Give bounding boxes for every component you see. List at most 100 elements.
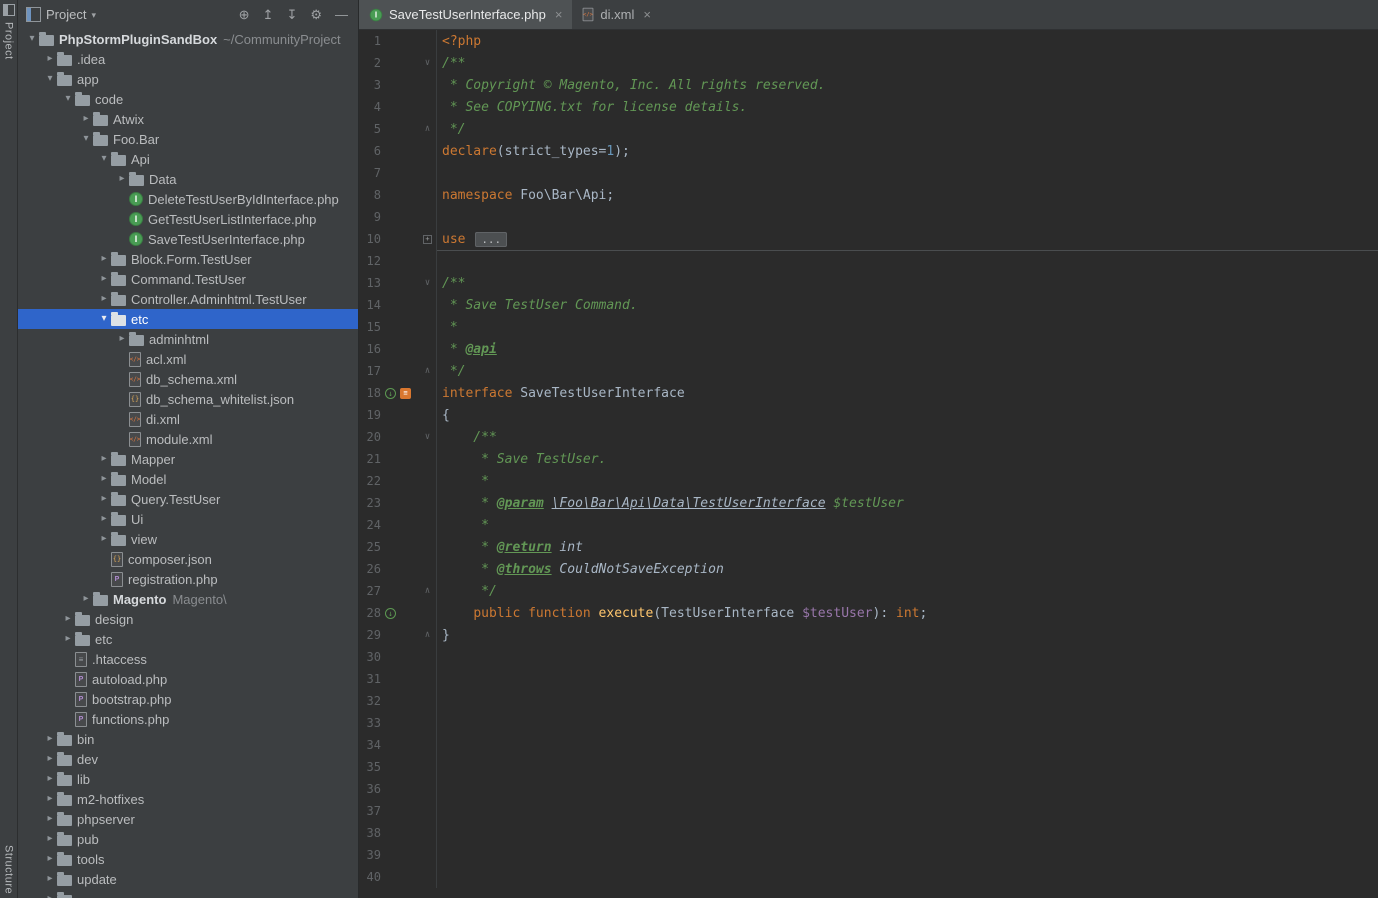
tree-row-registration.php[interactable]: registration.php — [18, 569, 358, 589]
tree-row-etc[interactable]: ▾etc — [18, 309, 358, 329]
tree-row-m2-hotfixes[interactable]: ▸m2-hotfixes — [18, 789, 358, 809]
chevron-right-icon[interactable]: ▸ — [61, 614, 75, 624]
chevron-right-icon[interactable]: ▸ — [97, 494, 111, 504]
chevron-right-icon[interactable]: ▸ — [43, 774, 57, 784]
tree-row-Mapper[interactable]: ▸Mapper — [18, 449, 358, 469]
implemented-gutter-icon[interactable] — [385, 388, 396, 399]
tree-row-module.xml[interactable]: module.xml — [18, 429, 358, 449]
tree-row-.idea[interactable]: ▸.idea — [18, 49, 358, 69]
tree-row-Api[interactable]: ▾Api — [18, 149, 358, 169]
tab-SaveTestUserInterface.php[interactable]: SaveTestUserInterface.php× — [359, 0, 572, 29]
tree-row-db_schema_whitelist.json[interactable]: db_schema_whitelist.json — [18, 389, 358, 409]
collapse-all-icon[interactable]: ↧ — [286, 8, 297, 21]
tree-row-composer.json[interactable]: composer.json — [18, 549, 358, 569]
chevron-right-icon[interactable]: ▸ — [61, 634, 75, 644]
chevron-down-icon[interactable]: ▾ — [43, 74, 57, 84]
tree-row-bootstrap.php[interactable]: bootstrap.php — [18, 689, 358, 709]
tree-row-Data[interactable]: ▸Data — [18, 169, 358, 189]
fold-up-icon[interactable]: ∧ — [419, 580, 437, 602]
tree-row-lib[interactable]: ▸lib — [18, 769, 358, 789]
chevron-right-icon[interactable]: ▸ — [97, 274, 111, 284]
tree-row-Query.TestUser[interactable]: ▸Query.TestUser — [18, 489, 358, 509]
chevron-right-icon[interactable]: ▸ — [97, 514, 111, 524]
tree-row-acl.xml[interactable]: acl.xml — [18, 349, 358, 369]
stripe-button-project[interactable]: Project — [3, 22, 15, 60]
chevron-down-icon[interactable]: ▾ — [79, 134, 93, 144]
chevron-right-icon[interactable]: ▸ — [43, 834, 57, 844]
project-view-selector[interactable]: Project — [46, 7, 86, 22]
tree-row-tools[interactable]: ▸tools — [18, 849, 358, 869]
tree-row-Command.TestUser[interactable]: ▸Command.TestUser — [18, 269, 358, 289]
tree-row-di.xml[interactable]: di.xml — [18, 409, 358, 429]
tree-row-design[interactable]: ▸design — [18, 609, 358, 629]
tab-di.xml[interactable]: di.xml× — [572, 0, 661, 29]
settings-icon[interactable]: ⚙ — [310, 8, 322, 21]
chevron-right-icon[interactable]: ▸ — [79, 114, 93, 124]
chevron-right-icon[interactable]: ▸ — [115, 334, 129, 344]
close-icon[interactable]: × — [555, 7, 563, 22]
chevron-down-icon[interactable]: ▾ — [91, 10, 96, 21]
tree-row-Magento[interactable]: ▸MagentoMagento\ — [18, 589, 358, 609]
chevron-right-icon[interactable]: ▸ — [97, 254, 111, 264]
close-icon[interactable]: × — [643, 7, 651, 22]
chevron-right-icon[interactable]: ▸ — [43, 794, 57, 804]
chevron-down-icon[interactable]: ▾ — [25, 34, 39, 44]
tree-row-Ui[interactable]: ▸Ui — [18, 509, 358, 529]
tree-row-GetTestUserListInterface.php[interactable]: GetTestUserListInterface.php — [18, 209, 358, 229]
expand-all-icon[interactable]: ↥ — [263, 8, 274, 21]
tree-row-SaveTestUserInterface.php[interactable]: SaveTestUserInterface.php — [18, 229, 358, 249]
editor-lines[interactable]: 1<?php2∨/**3 * Copyright © Magento, Inc.… — [359, 30, 1378, 898]
tree-row-Model[interactable]: ▸Model — [18, 469, 358, 489]
tree-row-app[interactable]: ▾app — [18, 69, 358, 89]
tree-row-bin[interactable]: ▸bin — [18, 729, 358, 749]
tree-row-Atwix[interactable]: ▸Atwix — [18, 109, 358, 129]
chevron-right-icon[interactable]: ▸ — [43, 754, 57, 764]
tree-row-view[interactable]: ▸view — [18, 529, 358, 549]
tree-row-phpserver[interactable]: ▸phpserver — [18, 809, 358, 829]
fold-up-icon[interactable]: ∧ — [419, 624, 437, 646]
folded-region-icon[interactable]: + — [423, 235, 432, 244]
plugin-gutter-icon[interactable] — [400, 388, 411, 399]
implemented-gutter-icon[interactable] — [385, 608, 396, 619]
chevron-right-icon[interactable]: ▸ — [43, 734, 57, 744]
tree-row-clipped[interactable]: ▸ — [18, 889, 358, 898]
tree-row-autoload.php[interactable]: autoload.php — [18, 669, 358, 689]
fold-down-icon[interactable]: ∨ — [419, 426, 437, 448]
tree-row-PhpStormPluginSandBox[interactable]: ▾PhpStormPluginSandBox~/CommunityProject — [18, 29, 358, 49]
tree-row-functions.php[interactable]: functions.php — [18, 709, 358, 729]
stripe-button-structure[interactable]: Structure — [3, 845, 15, 894]
chevron-right-icon[interactable]: ▸ — [43, 874, 57, 884]
chevron-right-icon[interactable]: ▸ — [97, 534, 111, 544]
tree-row-Foo.Bar[interactable]: ▾Foo.Bar — [18, 129, 358, 149]
tree-row-db_schema.xml[interactable]: db_schema.xml — [18, 369, 358, 389]
chevron-down-icon[interactable]: ▾ — [61, 94, 75, 104]
hide-icon[interactable]: — — [335, 8, 348, 21]
tree-row-Block.Form.TestUser[interactable]: ▸Block.Form.TestUser — [18, 249, 358, 269]
fold-box-icon[interactable]: + — [419, 228, 437, 250]
chevron-right-icon[interactable]: ▸ — [115, 174, 129, 184]
chevron-right-icon[interactable]: ▸ — [79, 594, 93, 604]
fold-down-icon[interactable]: ∨ — [419, 272, 437, 294]
tree-row-update[interactable]: ▸update — [18, 869, 358, 889]
chevron-right-icon[interactable]: ▸ — [43, 54, 57, 64]
chevron-right-icon[interactable]: ▸ — [43, 894, 57, 898]
tree-row-Controller.Adminhtml.TestUser[interactable]: ▸Controller.Adminhtml.TestUser — [18, 289, 358, 309]
project-tool-window-icon[interactable] — [3, 4, 15, 16]
chevron-right-icon[interactable]: ▸ — [43, 814, 57, 824]
chevron-right-icon[interactable]: ▸ — [43, 854, 57, 864]
tree-row-DeleteTestUserByIdInterface.php[interactable]: DeleteTestUserByIdInterface.php — [18, 189, 358, 209]
fold-up-icon[interactable]: ∧ — [419, 118, 437, 140]
tree-row-.htaccess[interactable]: .htaccess — [18, 649, 358, 669]
chevron-right-icon[interactable]: ▸ — [97, 294, 111, 304]
tree-row-pub[interactable]: ▸pub — [18, 829, 358, 849]
tree-row-adminhtml[interactable]: ▸adminhtml — [18, 329, 358, 349]
chevron-right-icon[interactable]: ▸ — [97, 454, 111, 464]
tree-row-etc[interactable]: ▸etc — [18, 629, 358, 649]
tree-row-dev[interactable]: ▸dev — [18, 749, 358, 769]
locate-icon[interactable]: ⊕ — [239, 8, 250, 21]
chevron-right-icon[interactable]: ▸ — [97, 474, 111, 484]
chevron-down-icon[interactable]: ▾ — [97, 314, 111, 324]
chevron-down-icon[interactable]: ▾ — [97, 154, 111, 164]
tree-row-code[interactable]: ▾code — [18, 89, 358, 109]
fold-up-icon[interactable]: ∧ — [419, 360, 437, 382]
